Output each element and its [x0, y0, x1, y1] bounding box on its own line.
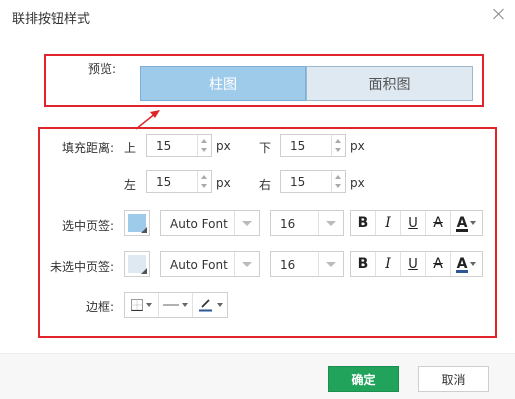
selected-font-select[interactable]: Auto Font [160, 210, 260, 236]
stepper-up-icon[interactable] [201, 139, 207, 143]
chevron-down-icon[interactable] [318, 252, 343, 276]
selected-font-value: Auto Font [170, 217, 228, 231]
dropdown-corner-icon [141, 268, 147, 274]
preview-tab-selected[interactable]: 柱图 [140, 66, 306, 101]
border-label: 边框: [86, 300, 115, 314]
stepper-down-icon[interactable] [201, 148, 207, 152]
padding-label: 填充距离: [62, 141, 115, 155]
border-line-button[interactable] [159, 293, 193, 317]
selected-bg-color-button[interactable] [124, 210, 150, 236]
stepper-up-icon[interactable] [201, 175, 207, 179]
unselected-size-select[interactable]: 16 [270, 251, 344, 277]
dialog-title: 联排按钮样式 [12, 12, 91, 27]
caret-down-icon [146, 303, 152, 307]
dropdown-corner-icon [141, 227, 147, 233]
caret-down-icon [216, 303, 223, 307]
strikethrough-button[interactable]: A [426, 252, 451, 276]
ok-button[interactable]: 确定 [328, 366, 399, 392]
chevron-down-icon[interactable] [234, 252, 259, 276]
border-toolbar [124, 292, 228, 318]
padding-top-stepper[interactable]: 15 [146, 134, 212, 157]
padding-bottom-stepper[interactable]: 15 [280, 134, 346, 157]
padding-left-label: 左 [124, 178, 137, 192]
chevron-down-icon[interactable] [318, 211, 343, 235]
padding-bottom-unit: px [350, 139, 365, 153]
font-color-button[interactable]: A [451, 252, 482, 276]
stepper-up-icon[interactable] [335, 175, 341, 179]
padding-right-unit: px [350, 176, 365, 190]
selected-size-select[interactable]: 16 [270, 210, 344, 236]
unselected-size-value: 16 [280, 258, 296, 272]
cancel-button[interactable]: 取消 [418, 366, 489, 392]
selected-size-value: 16 [280, 217, 296, 231]
font-color-bar [456, 270, 468, 273]
padding-bottom-value: 15 [290, 139, 306, 153]
underline-button[interactable]: U [401, 211, 426, 235]
preview-tab-unselected[interactable]: 面积图 [306, 66, 473, 101]
border-style-button[interactable] [125, 293, 159, 317]
padding-right-stepper[interactable]: 15 [280, 170, 346, 193]
font-color-bar [456, 229, 468, 232]
unselected-page-label: 未选中页签: [50, 260, 115, 274]
chevron-down-icon[interactable] [234, 211, 259, 235]
selected-page-label: 选中页签: [62, 219, 115, 233]
title-bar: 联排按钮样式 [0, 0, 515, 32]
padding-left-unit: px [216, 176, 231, 190]
padding-top-label: 上 [124, 141, 137, 155]
unselected-font-value: Auto Font [170, 258, 228, 272]
close-icon[interactable] [491, 6, 507, 22]
padding-top-unit: px [216, 139, 231, 153]
bold-button[interactable]: B [351, 252, 376, 276]
stepper-down-icon[interactable] [201, 184, 207, 188]
caret-down-icon [470, 221, 477, 225]
padding-right-value: 15 [290, 175, 306, 189]
font-color-button[interactable]: A [451, 211, 482, 235]
caret-down-icon [182, 303, 188, 307]
padding-right-label: 右 [259, 178, 272, 192]
stepper-buttons[interactable] [197, 135, 211, 156]
strikethrough-button[interactable]: A [426, 211, 451, 235]
stepper-buttons[interactable] [197, 171, 211, 192]
padding-left-value: 15 [156, 175, 172, 189]
padding-bottom-label: 下 [259, 141, 272, 155]
padding-left-stepper[interactable]: 15 [146, 170, 212, 193]
selected-format-toolbar: B I U A A [350, 210, 483, 236]
stepper-up-icon[interactable] [335, 139, 341, 143]
unselected-font-select[interactable]: Auto Font [160, 251, 260, 277]
stepper-down-icon[interactable] [335, 148, 341, 152]
preview-label: 预览: [88, 62, 117, 76]
border-grid-icon [131, 299, 143, 311]
border-color-button[interactable] [193, 293, 227, 317]
unselected-bg-color-button[interactable] [124, 251, 150, 277]
italic-button[interactable]: I [376, 252, 401, 276]
italic-button[interactable]: I [376, 211, 401, 235]
unselected-format-toolbar: B I U A A [350, 251, 483, 277]
stepper-down-icon[interactable] [335, 184, 341, 188]
line-style-icon [163, 304, 179, 306]
caret-down-icon [470, 262, 477, 266]
stepper-buttons[interactable] [331, 171, 345, 192]
padding-top-value: 15 [156, 139, 172, 153]
stepper-buttons[interactable] [331, 135, 345, 156]
pen-icon [198, 299, 212, 312]
bold-button[interactable]: B [351, 211, 376, 235]
underline-button[interactable]: U [401, 252, 426, 276]
